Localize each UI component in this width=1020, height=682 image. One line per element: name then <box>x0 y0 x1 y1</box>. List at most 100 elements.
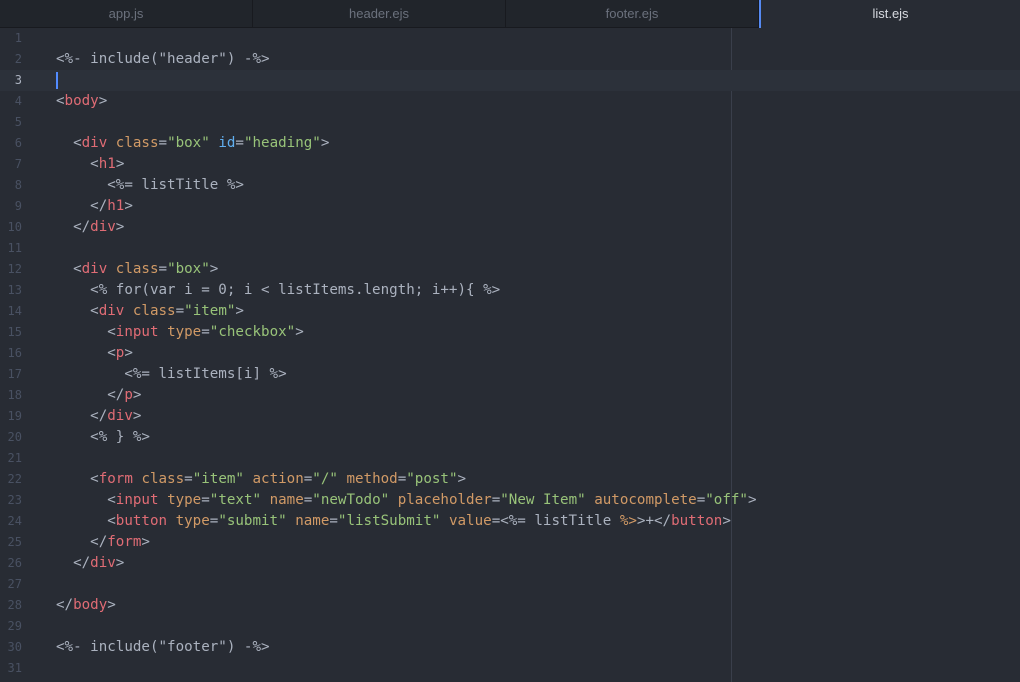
tab-header-ejs[interactable]: header.ejs <box>253 0 506 28</box>
code-token: < <box>56 261 82 277</box>
code-text: <div class="box" id="heading"> <box>56 133 329 154</box>
code-line[interactable]: 6 <div class="box" id="heading"> <box>0 133 1020 154</box>
code-token: type <box>167 324 202 340</box>
line-number: 13 <box>7 283 22 297</box>
code-token: value <box>448 513 492 529</box>
code-line[interactable]: 4 <body> <box>0 91 1020 112</box>
code-token: form <box>98 471 133 487</box>
line-number: 30 <box>7 640 22 654</box>
tab-app-js[interactable]: app.js <box>0 0 253 28</box>
code-token: "checkbox" <box>209 324 296 340</box>
line-number: 21 <box>7 451 22 465</box>
line-number: 15 <box>7 325 22 339</box>
line-number: 1 <box>14 31 22 45</box>
code-token: < <box>56 303 99 319</box>
code-line[interactable]: 13 <% for(var i = 0; i < listItems.lengt… <box>0 280 1020 301</box>
tab-footer-ejs[interactable]: footer.ejs <box>506 0 759 28</box>
code-line[interactable]: 2 <%- include("header") -%> <box>0 49 1020 70</box>
code-token: < <box>56 324 116 340</box>
code-token: "New Item" <box>500 492 586 508</box>
code-token: "box" <box>167 261 210 277</box>
code-line[interactable]: 15 <input type="checkbox"> <box>0 322 1020 343</box>
code-line[interactable]: 29 <box>0 616 1020 637</box>
code-token: name <box>295 513 330 529</box>
code-line[interactable]: 23 <input type="text" name="newTodo" pla… <box>0 490 1020 511</box>
code-line[interactable]: 19 </div> <box>0 406 1020 427</box>
code-line[interactable]: 27 <box>0 574 1020 595</box>
line-number: 9 <box>14 199 22 213</box>
code-text: </div> <box>56 406 141 427</box>
code-token: > <box>115 555 125 571</box>
line-number: 16 <box>7 346 22 360</box>
code-token: </ <box>56 597 74 613</box>
code-line[interactable]: 11 <box>0 238 1020 259</box>
code-token: = <box>491 492 501 508</box>
code-token: < <box>56 513 116 529</box>
line-number: 4 <box>14 94 22 108</box>
line-number: 27 <box>7 577 22 591</box>
line-number: 7 <box>14 157 22 171</box>
code-line[interactable]: 10 </div> <box>0 217 1020 238</box>
code-line[interactable]: 9 </h1> <box>0 196 1020 217</box>
code-token: "newTodo" <box>312 492 390 508</box>
code-line[interactable]: 21 <box>0 448 1020 469</box>
code-token: = <box>201 492 210 508</box>
code-token: < <box>56 135 82 151</box>
code-token: > <box>124 198 133 214</box>
code-token: body <box>64 93 99 109</box>
code-line[interactable]: 24 <button type="submit" name="listSubmi… <box>0 511 1020 532</box>
code-line[interactable]: 26 </div> <box>0 553 1020 574</box>
code-token: class <box>132 303 176 319</box>
code-token: > <box>107 597 116 613</box>
code-token: < <box>56 345 116 361</box>
code-token: > <box>457 471 467 487</box>
code-text: <h1> <box>56 154 124 175</box>
code-token: div <box>81 261 108 277</box>
code-line[interactable]: 30 <%- include("footer") -%> <box>0 637 1020 658</box>
tab-list-ejs[interactable]: list.ejs <box>759 0 1020 28</box>
code-line[interactable]: 1 <box>0 28 1020 49</box>
line-number: 14 <box>7 304 22 318</box>
code-line[interactable]: 31 <box>0 658 1020 679</box>
code-line[interactable]: 16 <p> <box>0 343 1020 364</box>
code-line[interactable]: 3 <box>0 70 1020 91</box>
code-line[interactable]: 7 <h1> <box>0 154 1020 175</box>
code-line[interactable]: 25 </form> <box>0 532 1020 553</box>
code-text: <form class="item" action="/" method="po… <box>56 469 466 490</box>
code-line[interactable]: 5 <box>0 112 1020 133</box>
code-line[interactable]: 17 <%= listItems[i] %> <box>0 364 1020 385</box>
code-token: > <box>98 93 108 109</box>
code-token: "submit" <box>218 513 287 529</box>
code-text: <div class="box"> <box>56 259 218 280</box>
line-number: 31 <box>7 661 22 675</box>
code-token: = <box>175 303 185 319</box>
code-text: <%= listTitle %> <box>56 175 244 196</box>
code-line[interactable]: 22 <form class="item" action="/" method=… <box>0 469 1020 490</box>
code-line[interactable]: 14 <div class="item"> <box>0 301 1020 322</box>
code-token: h1 <box>107 198 125 214</box>
code-token: = <box>201 324 210 340</box>
code-token: < <box>56 492 116 508</box>
code-editor[interactable]: 1 2 <%- include("header") -%> 3 4 <body> 5 6 <d… <box>0 28 1020 682</box>
code-line[interactable]: 18 </p> <box>0 385 1020 406</box>
code-token: div <box>98 303 125 319</box>
code-line[interactable]: 12 <div class="box"> <box>0 259 1020 280</box>
line-number: 19 <box>7 409 22 423</box>
code-line[interactable]: 20 <% } %> <box>0 427 1020 448</box>
code-token: name <box>269 492 304 508</box>
code-token: div <box>107 408 133 424</box>
code-line[interactable]: 8 <%= listTitle %> <box>0 175 1020 196</box>
code-token: button <box>671 513 723 529</box>
tab-bar: app.js header.ejs footer.ejs list.ejs <box>0 0 1020 28</box>
code-token: >+</ <box>636 513 672 529</box>
line-number: 10 <box>7 220 22 234</box>
code-token: <%= listTitle %> <box>56 177 244 193</box>
code-line[interactable]: 28 </body> <box>0 595 1020 616</box>
code-text: <%- include("header") -%> <box>56 49 270 70</box>
